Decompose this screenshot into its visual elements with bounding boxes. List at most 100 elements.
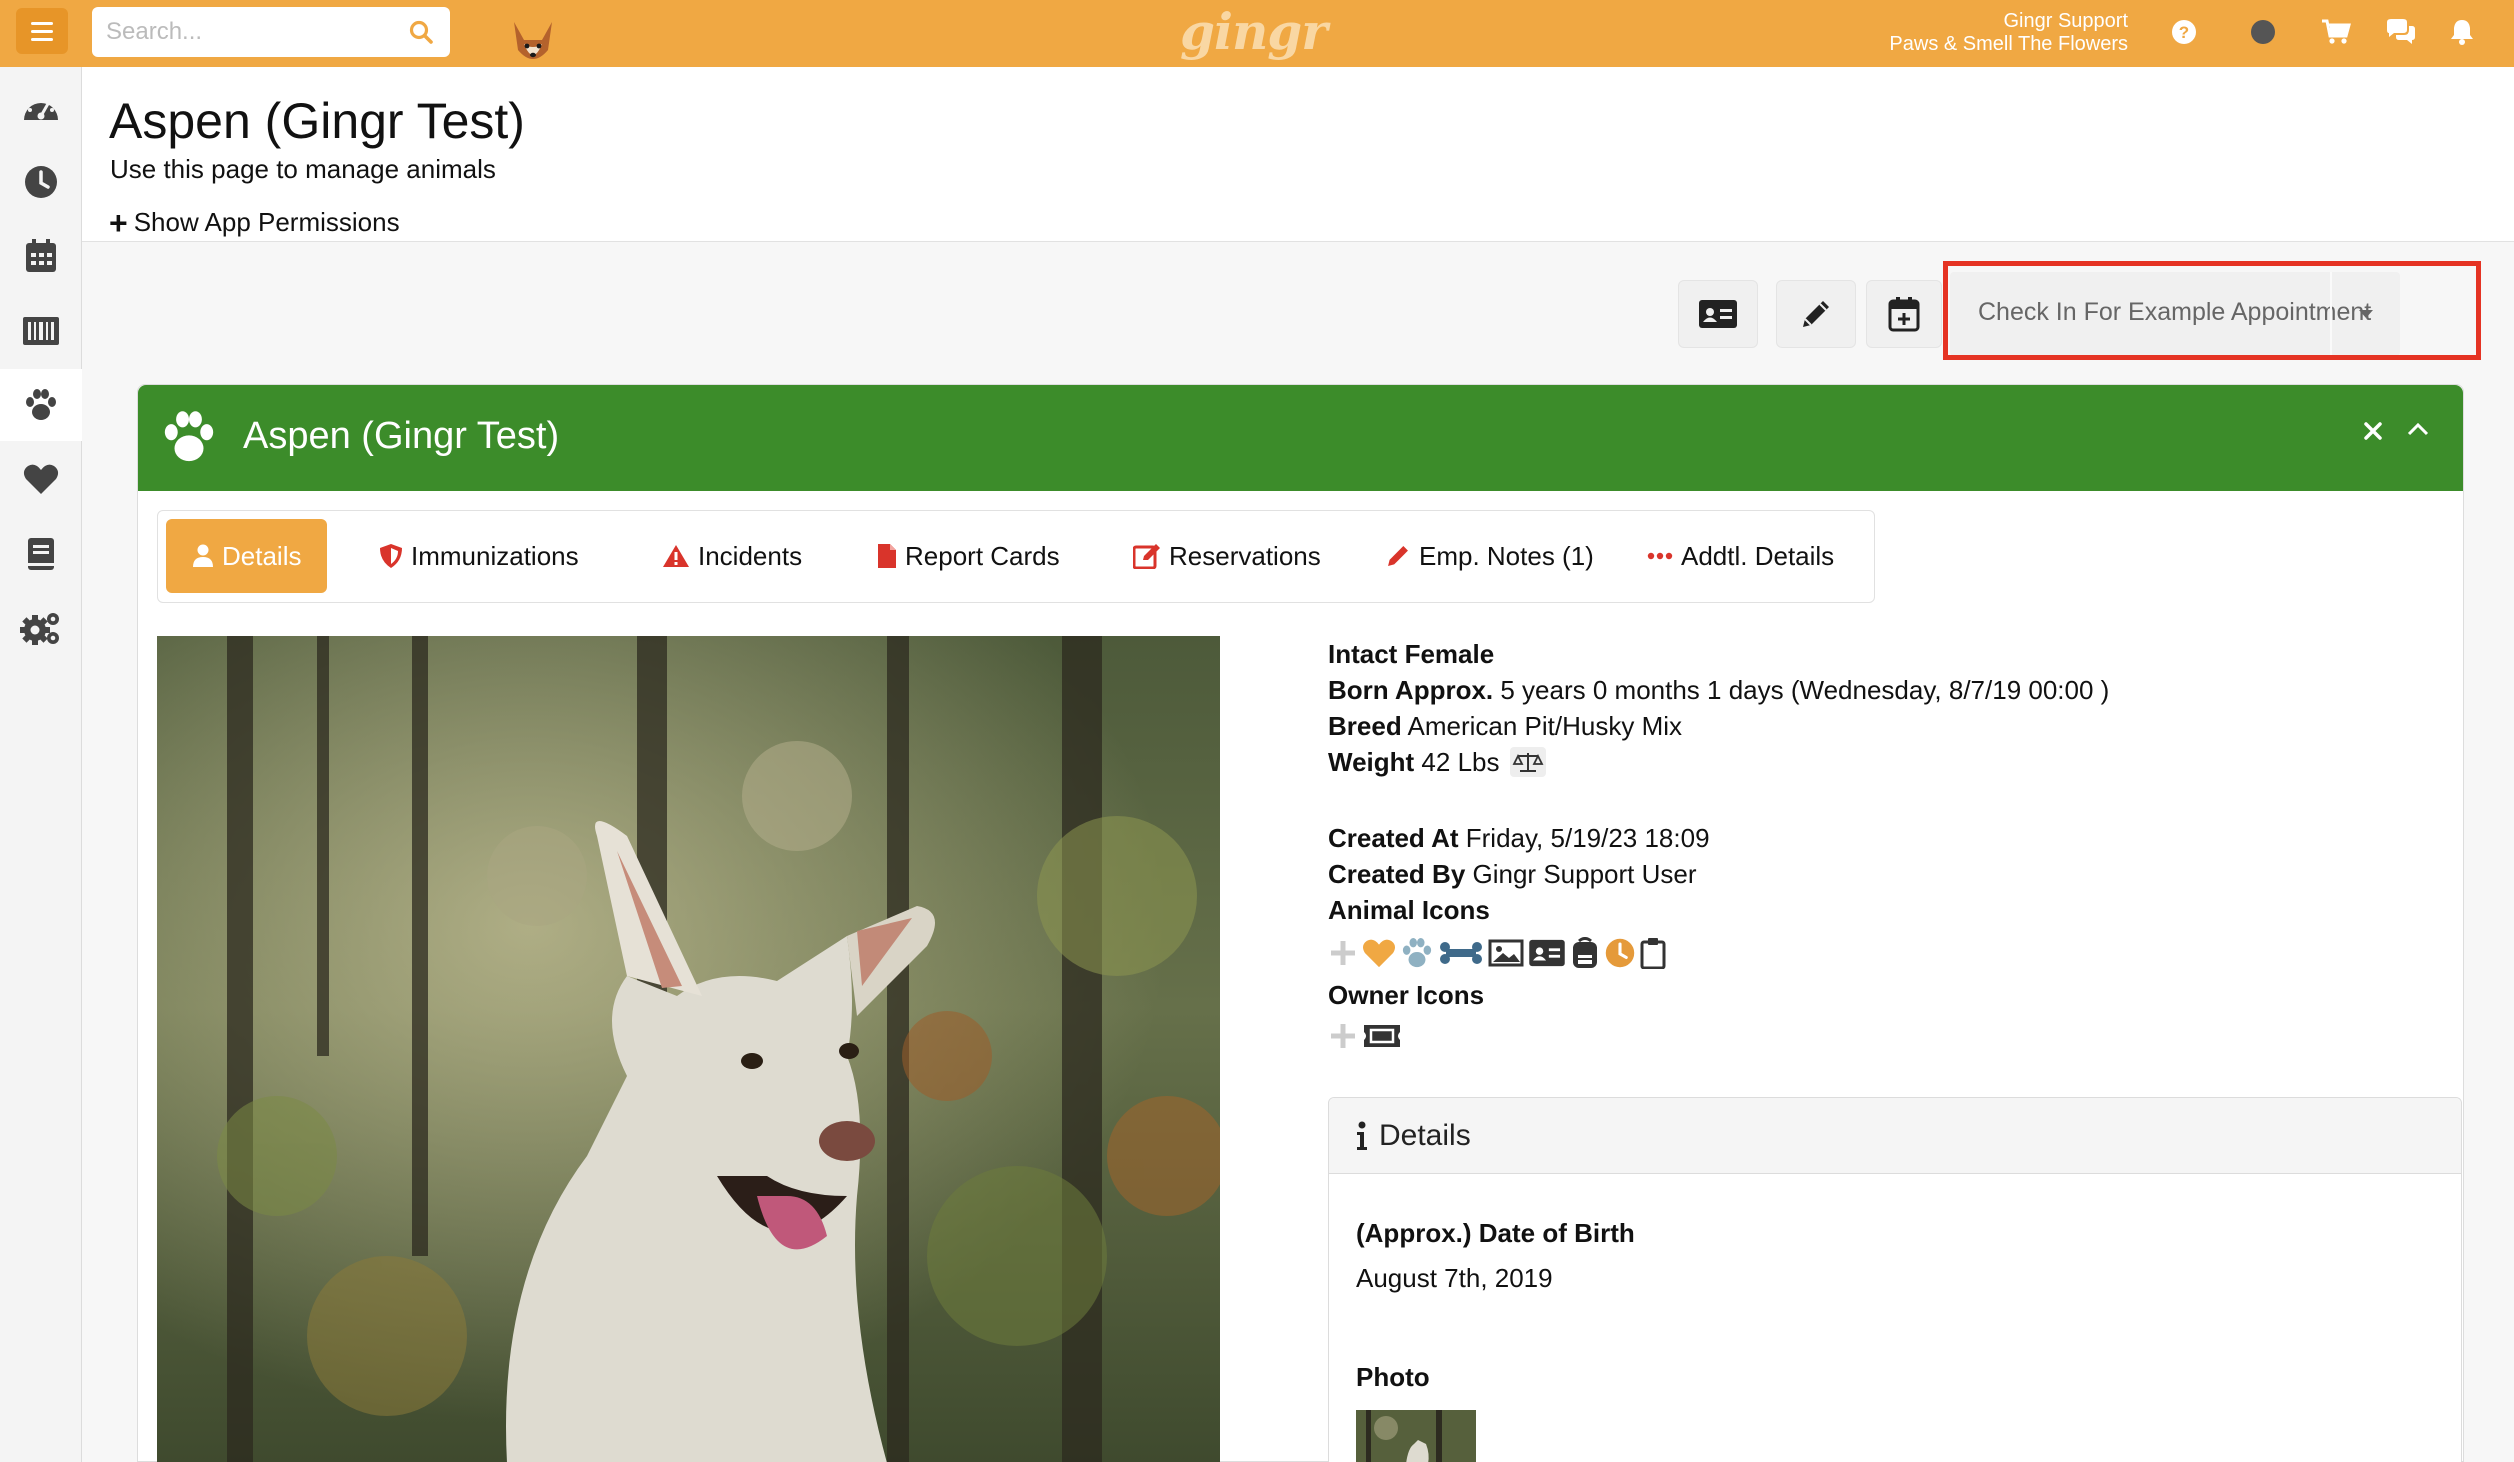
- ticket-icon[interactable]: [1362, 1022, 1402, 1050]
- add-plus-icon[interactable]: [1328, 1021, 1358, 1051]
- clipboard-icon[interactable]: [1640, 937, 1666, 969]
- menu-toggle-button[interactable]: [16, 8, 68, 54]
- page-title: Aspen (Gingr Test): [109, 93, 525, 149]
- tab-reservations[interactable]: Reservations: [1121, 519, 1333, 593]
- svg-text:?: ?: [2179, 23, 2189, 42]
- tab-emp-notes[interactable]: Emp. Notes (1): [1373, 519, 1606, 593]
- add-plus-icon[interactable]: [1328, 938, 1358, 968]
- bone-icon[interactable]: [1438, 941, 1484, 965]
- tab-addtl-details[interactable]: Addtl. Details: [1635, 519, 1846, 593]
- weight-label: Weight: [1328, 747, 1415, 777]
- sidebar-item-animals[interactable]: [0, 369, 82, 441]
- id-card-icon[interactable]: [1528, 939, 1566, 967]
- animal-sex: Intact Female: [1328, 639, 1495, 669]
- created-at-value: Friday, 5/19/23 18:09: [1465, 823, 1710, 853]
- tab-bar: Details Immunizations Incidents Report C…: [157, 510, 1875, 603]
- tab-report-cards-label: Report Cards: [905, 540, 1060, 571]
- calendar-plus-icon: [1888, 297, 1920, 332]
- owner-icons-label: Owner Icons: [1328, 980, 1485, 1010]
- tab-details-label: Details: [222, 540, 302, 571]
- chat-icon[interactable]: [2385, 16, 2417, 48]
- search-box: [92, 7, 450, 57]
- show-permissions-label: Show App Permissions: [133, 207, 400, 237]
- user-icon: [193, 544, 213, 567]
- menu-icon: [31, 21, 53, 25]
- heart-icon[interactable]: [1362, 938, 1396, 968]
- tab-addtl-details-label: Addtl. Details: [1681, 540, 1835, 571]
- clock-icon: [25, 166, 57, 198]
- speedometer-icon: [23, 99, 58, 120]
- search-icon[interactable]: [408, 19, 434, 45]
- panel-header: Aspen (Gingr Test): [138, 385, 2463, 491]
- animal-info: Intact Female Born Approx. 5 years 0 mon…: [1328, 636, 2109, 928]
- notifications-bell-icon[interactable]: [2446, 16, 2478, 48]
- page-subtitle: Use this page to manage animals: [110, 154, 496, 184]
- gingr-logo[interactable]: gingr: [1180, 2, 1328, 61]
- sidebar-item-calendar[interactable]: [0, 220, 82, 292]
- plus-icon: +: [109, 204, 128, 241]
- sidebar-nav: [0, 67, 82, 1462]
- sidebar-item-dashboard[interactable]: [0, 71, 82, 143]
- paw-icon: [164, 411, 214, 462]
- details-card: Details (Approx.) Date of Birth August 7…: [1328, 1097, 2462, 1462]
- calendar-icon: [26, 239, 56, 272]
- owner-icons-section: Owner Icons: [1328, 977, 1484, 1013]
- photo-label: Photo: [1356, 1362, 1430, 1392]
- tab-immunizations[interactable]: Immunizations: [367, 519, 591, 593]
- tab-details[interactable]: Details: [166, 519, 328, 593]
- born-label: Born Approx.: [1328, 675, 1494, 705]
- animal-photo: [157, 636, 1220, 1462]
- breed-label: Breed: [1328, 711, 1402, 741]
- details-card-header: Details: [1329, 1098, 2461, 1174]
- id-card-button[interactable]: [1678, 280, 1758, 348]
- sidebar-item-barcode[interactable]: [0, 295, 82, 367]
- highlight-box: [1943, 261, 2481, 360]
- more-dots-icon: [1647, 552, 1673, 560]
- edit-button[interactable]: [1776, 280, 1856, 348]
- tab-reservations-label: Reservations: [1169, 540, 1321, 571]
- gears-icon: [20, 613, 59, 645]
- mascot-logo: [514, 22, 552, 59]
- cart-icon[interactable]: [2320, 16, 2352, 48]
- status-indicator-icon[interactable]: [2247, 16, 2279, 48]
- backpack-icon[interactable]: [1570, 937, 1600, 969]
- tab-incidents[interactable]: Incidents: [650, 519, 814, 593]
- id-card-icon: [1699, 300, 1737, 328]
- search-input[interactable]: [92, 7, 392, 57]
- barcode-icon: [23, 317, 59, 345]
- animal-panel: Aspen (Gingr Test) Details Immunizations…: [137, 384, 2464, 1462]
- breed-value: American Pit/Husky Mix: [1407, 711, 1683, 741]
- edit-square-icon: [1133, 544, 1160, 569]
- tab-report-cards[interactable]: Report Cards: [865, 519, 1072, 593]
- scale-icon[interactable]: [1509, 747, 1546, 778]
- show-permissions-link[interactable]: + Show App Permissions: [109, 204, 400, 241]
- photo-thumbnail[interactable]: [1356, 1410, 1476, 1462]
- born-value: 5 years 0 months 1 days (Wednesday, 8/7/…: [1500, 675, 2110, 705]
- sidebar-item-settings[interactable]: [0, 592, 82, 664]
- sidebar-item-favorites[interactable]: [0, 443, 82, 515]
- info-icon: [1357, 1121, 1367, 1150]
- created-by-value: Gingr Support User: [1472, 859, 1697, 889]
- panel-title: Aspen (Gingr Test): [243, 415, 560, 457]
- created-at-label: Created At: [1328, 823, 1459, 853]
- owner-icons-row: [1328, 1021, 1402, 1051]
- book-icon: [28, 538, 54, 570]
- tab-emp-notes-label: Emp. Notes (1): [1419, 540, 1594, 571]
- add-reservation-button[interactable]: [1866, 280, 1942, 348]
- paw-icon: [26, 389, 56, 420]
- paw-icon[interactable]: [1400, 937, 1434, 969]
- dob-label: (Approx.) Date of Birth: [1356, 1218, 1635, 1248]
- image-icon[interactable]: [1488, 939, 1524, 967]
- close-icon[interactable]: [2363, 421, 2383, 441]
- help-icon[interactable]: ?: [2168, 16, 2200, 48]
- sidebar-item-reports[interactable]: [0, 518, 82, 590]
- created-by-label: Created By: [1328, 859, 1466, 889]
- clock-icon[interactable]: [1604, 937, 1636, 969]
- collapse-chevron-icon[interactable]: [2407, 421, 2429, 437]
- sidebar-item-history[interactable]: [0, 146, 82, 218]
- tab-immunizations-label: Immunizations: [411, 540, 579, 571]
- dob-value: August 7th, 2019: [1356, 1263, 1553, 1293]
- shield-icon: [380, 544, 402, 568]
- tab-incidents-label: Incidents: [698, 540, 803, 571]
- user-info[interactable]: Gingr Support Paws & Smell The Flowers: [1889, 10, 2128, 56]
